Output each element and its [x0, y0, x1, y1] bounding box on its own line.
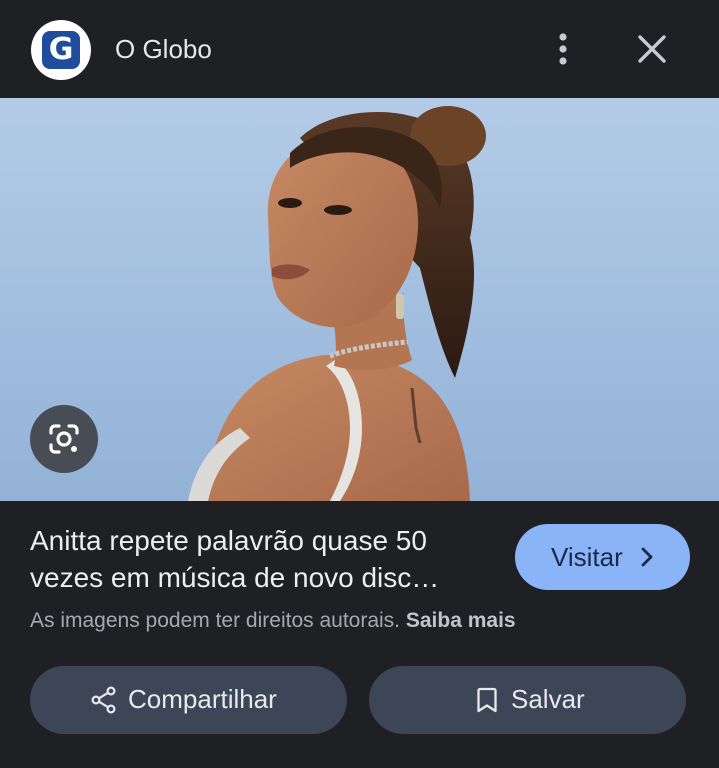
result-title-line-2: vezes em música de novo disc…: [30, 562, 440, 593]
more-vertical-icon: [559, 33, 567, 65]
google-lens-icon: [49, 424, 79, 454]
copyright-notice: As imagens podem ter direitos autorais. …: [30, 606, 516, 636]
result-title[interactable]: Anitta repete palavrão quase 50 vezes em…: [30, 522, 490, 596]
close-icon: [638, 35, 666, 63]
portrait-illustration: [188, 106, 486, 501]
site-logo[interactable]: G: [31, 20, 91, 80]
header: G O Globo: [0, 0, 719, 98]
more-options-button[interactable]: [543, 29, 583, 69]
image-preview-panel: G O Globo Anitta repete palavrão quase 5…: [0, 0, 719, 768]
chevron-right-icon: [641, 547, 653, 567]
result-title-line-1: Anitta repete palavrão quase 50: [30, 525, 427, 556]
share-icon: [91, 686, 116, 714]
bookmark-icon: [477, 687, 497, 713]
learn-more-link[interactable]: Saiba mais: [406, 609, 516, 632]
save-button-label: Salvar: [511, 684, 585, 714]
site-name[interactable]: O Globo: [115, 31, 212, 67]
save-button[interactable]: Salvar: [369, 666, 686, 734]
visit-button-label: Visitar: [551, 542, 623, 572]
preview-image[interactable]: [0, 98, 719, 501]
visit-button[interactable]: Visitar: [515, 524, 690, 590]
close-button[interactable]: [632, 29, 672, 69]
site-logo-letter: G: [42, 31, 80, 69]
copyright-text: As imagens podem ter direitos autorais.: [30, 609, 401, 632]
share-button[interactable]: Compartilhar: [30, 666, 347, 734]
share-button-label: Compartilhar: [128, 684, 277, 714]
google-lens-button[interactable]: [30, 405, 98, 473]
